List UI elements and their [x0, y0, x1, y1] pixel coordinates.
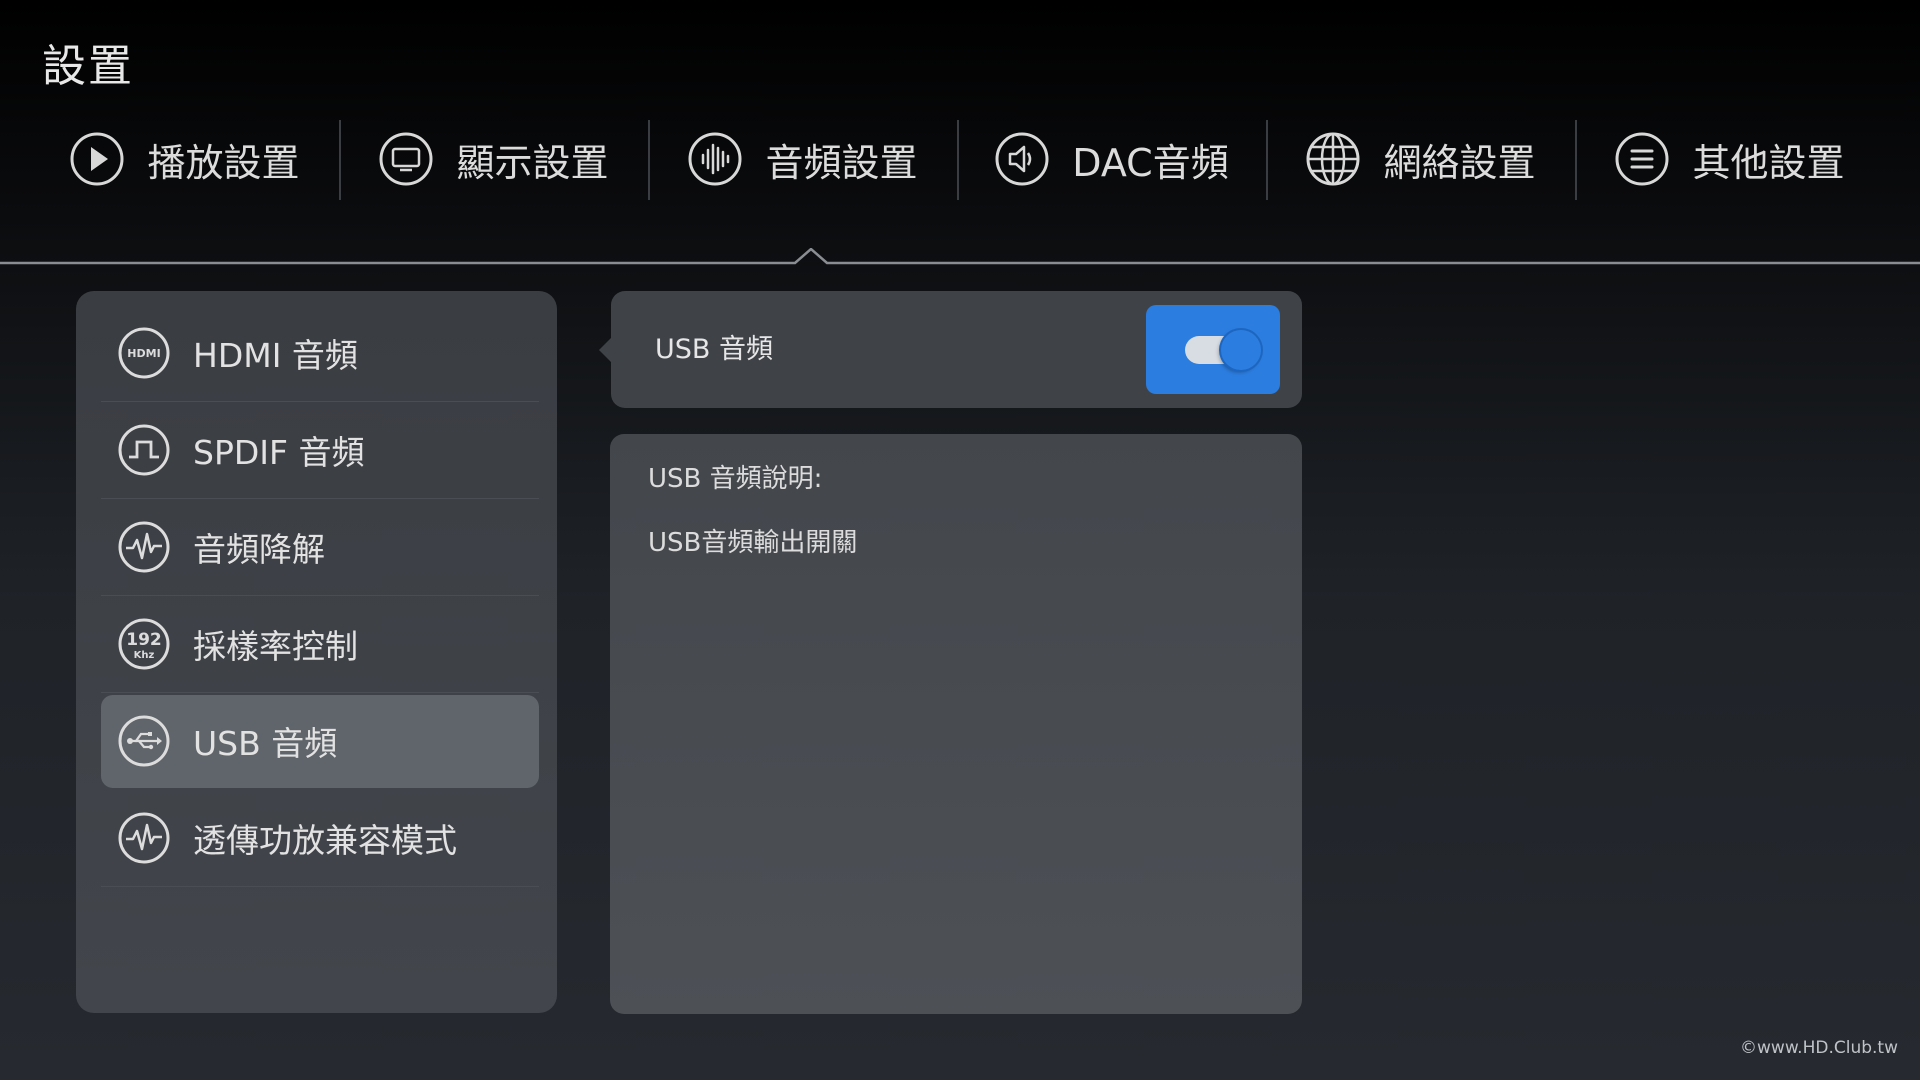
- usb-icon: [117, 714, 171, 768]
- sidebar-item-label: SPDIF 音頻: [193, 433, 365, 472]
- tab-label: 顯示設置: [456, 140, 609, 185]
- menu-icon: [1614, 131, 1670, 187]
- hdmi-icon: HDMI: [117, 326, 171, 380]
- page-title: 設置: [42, 41, 134, 92]
- tab-playback-settings[interactable]: 播放設置: [30, 118, 339, 200]
- svg-text:Khz: Khz: [134, 650, 155, 661]
- audio-settings-sidebar: HDMI HDMI 音頻 SPDIF 音頻 音頻降解 192 Khz 採樣率控制 …: [76, 291, 557, 1013]
- tab-selection-indicator: [0, 248, 1920, 265]
- sidebar-item-spdif-audio[interactable]: SPDIF 音頻: [101, 402, 539, 499]
- spdif-icon: [117, 423, 171, 477]
- tab-label: 其他設置: [1692, 140, 1845, 185]
- tab-other-settings[interactable]: 其他設置: [1575, 118, 1884, 200]
- sidebar-item-label: 音頻降解: [193, 530, 325, 569]
- svg-text:192: 192: [126, 630, 162, 650]
- description-panel: USB 音頻說明: USB音頻輸出開關: [610, 434, 1302, 1014]
- svg-text:HDMI: HDMI: [127, 347, 160, 360]
- toggle-knob: [1221, 330, 1261, 370]
- pulse-icon: [117, 520, 171, 574]
- description-title: USB 音頻說明:: [648, 464, 823, 494]
- usb-audio-toggle[interactable]: [1146, 305, 1280, 394]
- tab-label: 音頻設置: [765, 140, 918, 185]
- globe-icon: [1305, 131, 1361, 187]
- usb-audio-setting-card: USB 音頻: [599, 291, 1302, 408]
- play-icon: [69, 131, 125, 187]
- description-text: USB音頻輸出開關: [648, 528, 858, 558]
- pulse-icon: [117, 811, 171, 865]
- speaker-icon: [994, 131, 1050, 187]
- sidebar-item-audio-downmix[interactable]: 音頻降解: [101, 499, 539, 596]
- sidebar-item-hdmi-audio[interactable]: HDMI HDMI 音頻: [101, 305, 539, 402]
- usb-audio-setting-label: USB 音頻: [655, 334, 774, 365]
- tab-network-settings[interactable]: 網絡設置: [1266, 118, 1575, 200]
- sample-rate-icon: 192 Khz: [117, 617, 171, 671]
- tab-label: 播放設置: [147, 140, 300, 185]
- watermark: ©www.HD.Club.tw: [1740, 1038, 1898, 1058]
- tab-display-settings[interactable]: 顯示設置: [339, 118, 648, 200]
- sidebar-item-label: USB 音頻: [193, 724, 338, 763]
- card-pointer: [599, 337, 612, 363]
- sidebar-item-label: HDMI 音頻: [193, 336, 358, 375]
- monitor-icon: [378, 131, 434, 187]
- top-tab-bar: 播放設置 顯示設置 音頻設置 DAC音頻 網絡設置 其他設置: [30, 118, 1890, 200]
- sidebar-item-passthrough-compat-mode[interactable]: 透傳功放兼容模式: [101, 790, 539, 887]
- tab-dac-audio[interactable]: DAC音頻: [957, 118, 1266, 200]
- tab-label: 網絡設置: [1383, 140, 1536, 185]
- audio-wave-icon: [687, 131, 743, 187]
- tab-audio-settings[interactable]: 音頻設置: [648, 118, 957, 200]
- sidebar-item-sample-rate-control[interactable]: 192 Khz 採樣率控制: [101, 596, 539, 693]
- sidebar-item-label: 透傳功放兼容模式: [193, 821, 457, 860]
- sidebar-item-label: 採樣率控制: [193, 627, 358, 666]
- sidebar-item-usb-audio[interactable]: USB 音頻: [101, 695, 539, 788]
- tab-label: DAC音頻: [1072, 140, 1229, 185]
